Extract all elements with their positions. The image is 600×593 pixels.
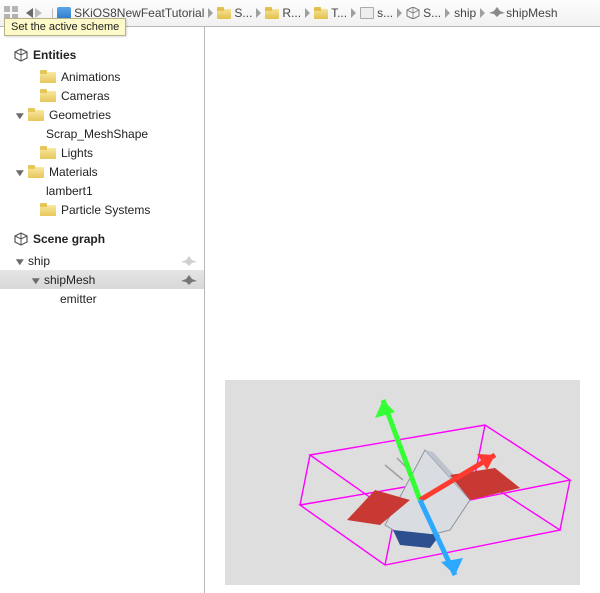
chevron-right-icon <box>256 8 261 18</box>
disclosure-triangle-icon[interactable] <box>16 170 24 176</box>
tree-item-label: Materials <box>49 165 204 179</box>
history-back-button[interactable] <box>26 8 33 18</box>
crumb-label: T... <box>331 6 347 20</box>
crumb-label: R... <box>282 6 301 20</box>
crumb-label: shipMesh <box>506 6 557 20</box>
crumb-folder[interactable]: S... <box>217 6 252 20</box>
tree-item-label: Particle Systems <box>61 203 204 217</box>
cube-icon <box>14 232 28 246</box>
entities-tree: Animations Cameras Geometries Scrap_Mesh… <box>0 65 204 229</box>
chevron-right-icon <box>305 8 310 18</box>
crumb-label: S... <box>423 6 441 20</box>
section-title: Entities <box>33 48 76 62</box>
crumb-label: ship <box>454 6 476 20</box>
breadcrumb: SKiOS8NewFeatTutorial S... R... T... s..… <box>57 6 596 20</box>
scene-render <box>225 380 580 585</box>
tree-item-scrap-meshshape[interactable]: Scrap_MeshShape <box>0 124 204 143</box>
chevron-right-icon <box>480 8 485 18</box>
scene-outline-sidebar: Entities Animations Cameras Geometries S… <box>0 27 205 593</box>
entities-header[interactable]: Entities <box>0 45 204 65</box>
scenegraph-header[interactable]: Scene graph <box>0 229 204 249</box>
disclosure-triangle-icon[interactable] <box>16 259 24 265</box>
tree-item-label: Animations <box>61 70 204 84</box>
crumb-node[interactable]: ship <box>454 6 476 20</box>
crumb-folder[interactable]: T... <box>314 6 347 20</box>
tree-item-label: emitter <box>60 292 204 306</box>
folder-icon <box>40 89 56 102</box>
tree-item-lambert1[interactable]: lambert1 <box>0 181 204 200</box>
scene-viewport[interactable] <box>205 27 600 593</box>
tree-item-label: Cameras <box>61 89 204 103</box>
folder-icon <box>28 165 44 178</box>
folder-icon <box>265 7 279 19</box>
cube-icon <box>406 7 420 19</box>
tree-item-label: Lights <box>61 146 204 160</box>
history-nav <box>26 8 42 18</box>
folder-icon <box>217 7 231 19</box>
scheme-tooltip: Set the active scheme <box>4 18 126 36</box>
scene-canvas[interactable] <box>225 380 580 585</box>
scenegraph-tree: ship shipMesh emitter <box>0 249 204 318</box>
crumb-label: S... <box>234 6 252 20</box>
disclosure-triangle-icon[interactable] <box>32 278 40 284</box>
cube-icon <box>14 48 28 62</box>
tree-item-label: Geometries <box>49 108 204 122</box>
tree-item-emitter[interactable]: emitter <box>0 289 204 308</box>
chevron-right-icon <box>397 8 402 18</box>
tree-item-lights[interactable]: Lights <box>0 143 204 162</box>
crumb-file[interactable]: s... <box>360 6 393 20</box>
chevron-right-icon <box>445 8 450 18</box>
tree-item-label: ship <box>28 254 180 268</box>
ship-icon <box>180 274 198 286</box>
ship-icon <box>180 255 198 267</box>
crumb-folder[interactable]: R... <box>265 6 301 20</box>
chevron-right-icon <box>351 8 356 18</box>
folder-icon <box>40 203 56 216</box>
folder-icon <box>314 7 328 19</box>
tree-item-materials[interactable]: Materials <box>0 162 204 181</box>
tree-item-geometries[interactable]: Geometries <box>0 105 204 124</box>
crumb-label: s... <box>377 6 393 20</box>
tree-item-label: shipMesh <box>44 273 180 287</box>
folder-icon <box>28 108 44 121</box>
tree-item-particle-systems[interactable]: Particle Systems <box>0 200 204 219</box>
tree-item-label: Scrap_MeshShape <box>46 127 204 141</box>
tree-item-label: lambert1 <box>46 184 204 198</box>
tooltip-text: Set the active scheme <box>11 21 119 33</box>
chevron-right-icon <box>208 8 213 18</box>
tree-item-ship[interactable]: ship <box>0 251 204 270</box>
disclosure-triangle-icon[interactable] <box>16 113 24 119</box>
tree-item-cameras[interactable]: Cameras <box>0 86 204 105</box>
folder-icon <box>40 146 56 159</box>
tree-item-animations[interactable]: Animations <box>0 67 204 86</box>
crumb-scene[interactable]: S... <box>406 6 441 20</box>
history-forward-button[interactable] <box>35 8 42 18</box>
section-title: Scene graph <box>33 232 105 246</box>
folder-icon <box>40 70 56 83</box>
main-split: Entities Animations Cameras Geometries S… <box>0 27 600 593</box>
ship-icon <box>489 7 503 19</box>
tree-item-shipmesh[interactable]: shipMesh <box>0 270 204 289</box>
file-icon <box>360 7 374 19</box>
editor-toolbar: | SKiOS8NewFeatTutorial S... R... T... s… <box>0 0 600 27</box>
crumb-node[interactable]: shipMesh <box>489 6 557 20</box>
